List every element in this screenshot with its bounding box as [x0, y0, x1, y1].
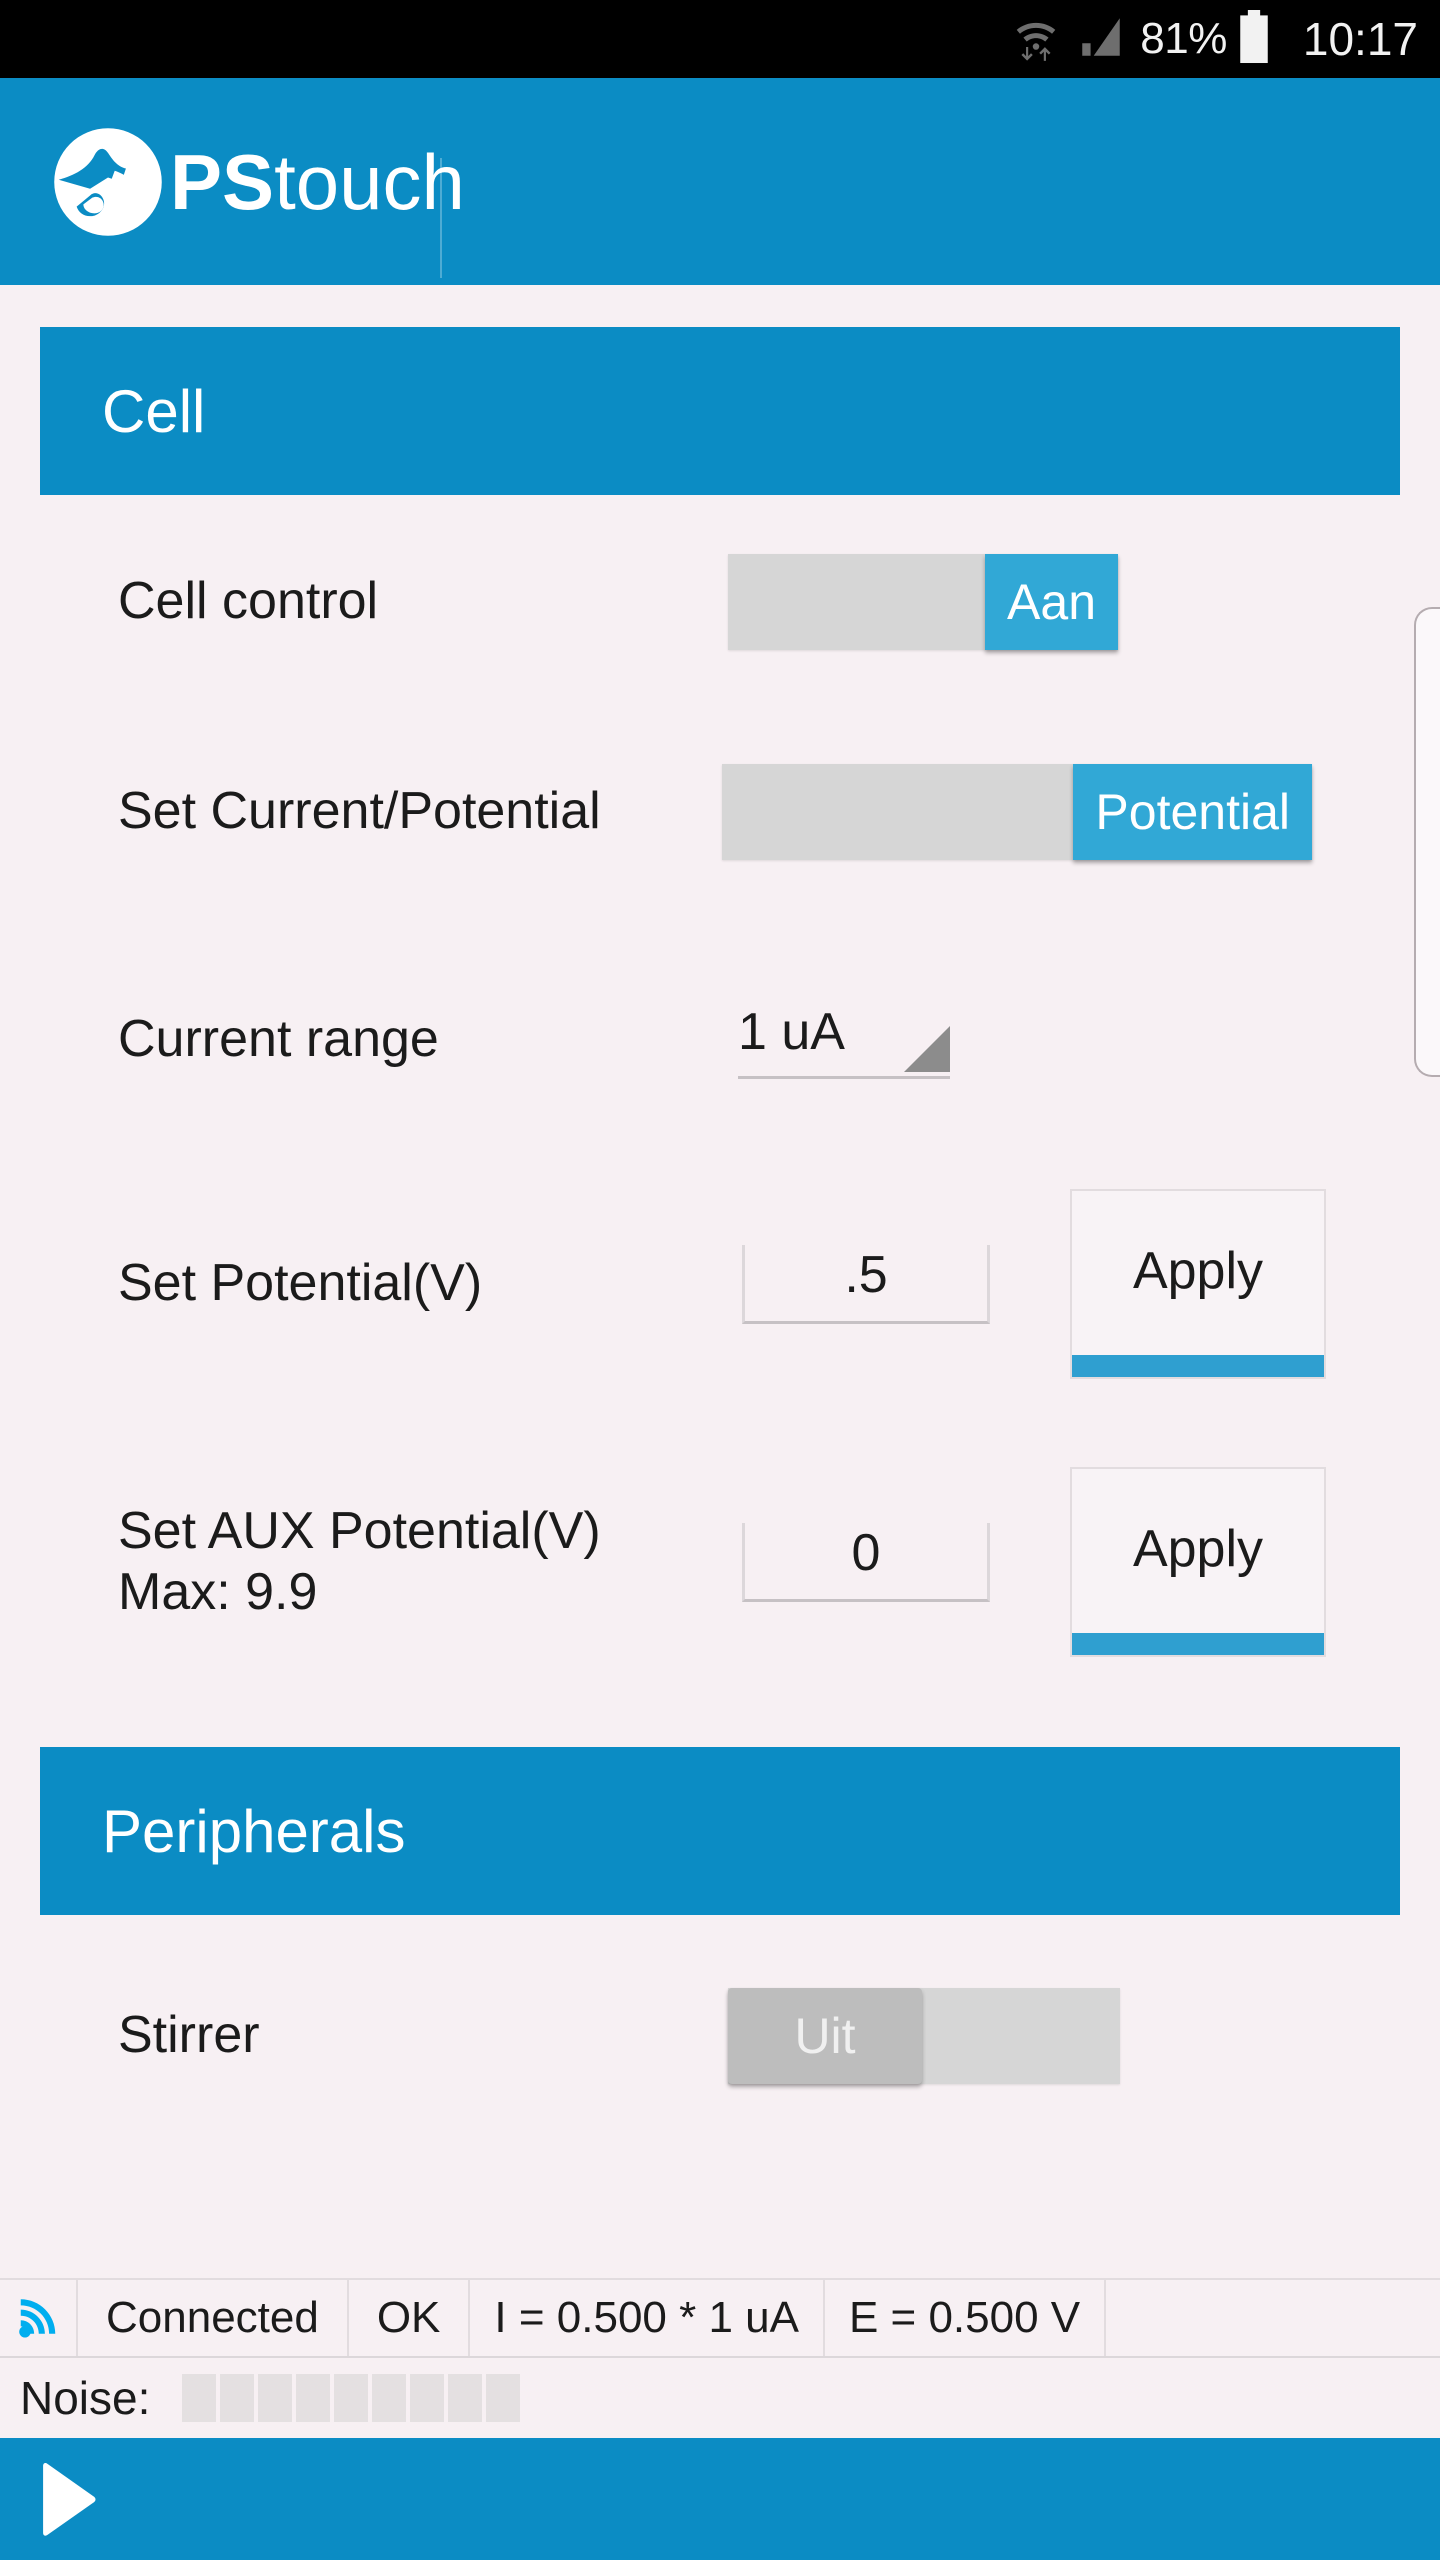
set-aux-potential-apply-button[interactable]: Apply: [1070, 1467, 1326, 1657]
vertical-scrollbar-thumb[interactable]: [1414, 607, 1440, 1077]
device-status-strip: Connected OK I = 0.500 * 1 uA E = 0.500 …: [0, 2278, 1440, 2356]
noise-indicator-row: Noise:: [0, 2356, 1440, 2438]
noise-segment: [410, 2374, 445, 2422]
stirrer-label: Stirrer: [118, 2006, 260, 2065]
phone-screen: 81% 10:17 PStouch Cell Cell control Aan …: [0, 0, 1440, 2560]
noise-level-bar: [182, 2374, 521, 2422]
noise-segment: [486, 2374, 521, 2422]
app-logo-text: PStouch: [170, 143, 465, 221]
noise-segment: [372, 2374, 407, 2422]
connection-signal-icon: [0, 2280, 78, 2356]
connection-status-label: Connected: [78, 2280, 349, 2356]
set-current-potential-toggle-thumb[interactable]: Potential: [1073, 764, 1312, 860]
cell-control-toggle[interactable]: Aan: [728, 554, 1118, 650]
set-aux-potential-value: 0: [851, 1523, 881, 1582]
noise-segment: [258, 2374, 293, 2422]
cellular-signal-icon: [1076, 12, 1126, 67]
noise-label: Noise:: [20, 2372, 151, 2424]
logo-text-touch: touch: [274, 138, 465, 226]
potential-readout-label: E = 0.500 V: [825, 2280, 1107, 2356]
logo-text-ps: PS: [170, 138, 275, 226]
cell-control-toggle-thumb[interactable]: Aan: [985, 554, 1118, 650]
set-aux-potential-sublabel: Max: 9.9: [118, 1563, 318, 1621]
apply-button-accent-bar: [1072, 1633, 1324, 1655]
bottom-action-bar: [0, 2438, 1440, 2560]
noise-segment: [448, 2374, 483, 2422]
set-potential-label: Set Potential(V): [118, 1254, 483, 1313]
wifi-updown-icon: [1010, 11, 1062, 68]
dropdown-triangle-icon: [904, 1025, 950, 1072]
battery-percent-label: 81%: [1140, 14, 1227, 63]
android-status-bar: 81% 10:17: [0, 0, 1440, 78]
set-potential-apply-button[interactable]: Apply: [1070, 1189, 1326, 1379]
section-header-peripherals: Peripherals: [40, 1747, 1400, 1915]
set-current-potential-label: Set Current/Potential: [118, 782, 601, 841]
cell-control-label: Cell control: [118, 572, 379, 631]
app-bar: PStouch: [0, 78, 1440, 285]
set-potential-value: .5: [844, 1245, 888, 1304]
row-set-aux-potential: Set AUX Potential(V) Max: 9.9 0 Apply: [0, 1467, 1440, 1657]
stirrer-toggle[interactable]: Uit: [728, 1988, 1120, 2084]
stirrer-state-label: Uit: [794, 2008, 856, 2064]
set-potential-input[interactable]: .5: [742, 1244, 990, 1324]
apply-button-accent-bar: [1072, 1355, 1324, 1377]
noise-segment: [220, 2374, 255, 2422]
noise-segment: [296, 2374, 331, 2422]
row-cell-control: Cell control Aan: [0, 543, 1440, 661]
set-aux-potential-input[interactable]: 0: [742, 1522, 990, 1602]
apply-button-label: Apply: [1132, 1242, 1264, 1300]
settings-scroll-container[interactable]: Cell Cell control Aan Set Current/Potent…: [0, 285, 1440, 2278]
app-bar-divider: [440, 158, 442, 278]
row-stirrer: Stirrer Uit: [0, 1977, 1440, 2095]
section-title: Cell: [102, 377, 206, 445]
status-bar-clock: 10:17: [1302, 13, 1418, 65]
section-header-cell: Cell: [40, 327, 1400, 495]
apply-button-label: Apply: [1132, 1520, 1264, 1578]
pstouch-logo-icon: [52, 126, 164, 238]
current-range-spinner[interactable]: 1 uA: [738, 1002, 950, 1079]
noise-segment: [182, 2374, 217, 2422]
play-icon[interactable]: [22, 2453, 114, 2545]
row-set-potential: Set Potential(V) .5 Apply: [0, 1189, 1440, 1379]
cell-control-state-label: Aan: [1007, 574, 1096, 630]
noise-segment: [334, 2374, 369, 2422]
app-logo: PStouch: [52, 126, 465, 238]
section-title: Peripherals: [102, 1797, 406, 1865]
set-aux-potential-label-wrap: Set AUX Potential(V) Max: 9.9: [118, 1501, 742, 1624]
row-current-range: Current range 1 uA: [0, 981, 1440, 1099]
set-current-potential-state-label: Potential: [1095, 784, 1290, 840]
current-range-label: Current range: [118, 1010, 439, 1069]
row-set-current-potential: Set Current/Potential Potential: [0, 753, 1440, 871]
battery-icon: [1235, 9, 1273, 69]
current-readout-label: I = 0.500 * 1 uA: [470, 2280, 825, 2356]
device-status-label: OK: [349, 2280, 471, 2356]
set-current-potential-toggle[interactable]: Potential: [722, 764, 1312, 860]
set-aux-potential-label: Set AUX Potential(V): [118, 1501, 601, 1560]
stirrer-toggle-thumb[interactable]: Uit: [728, 1988, 922, 2084]
